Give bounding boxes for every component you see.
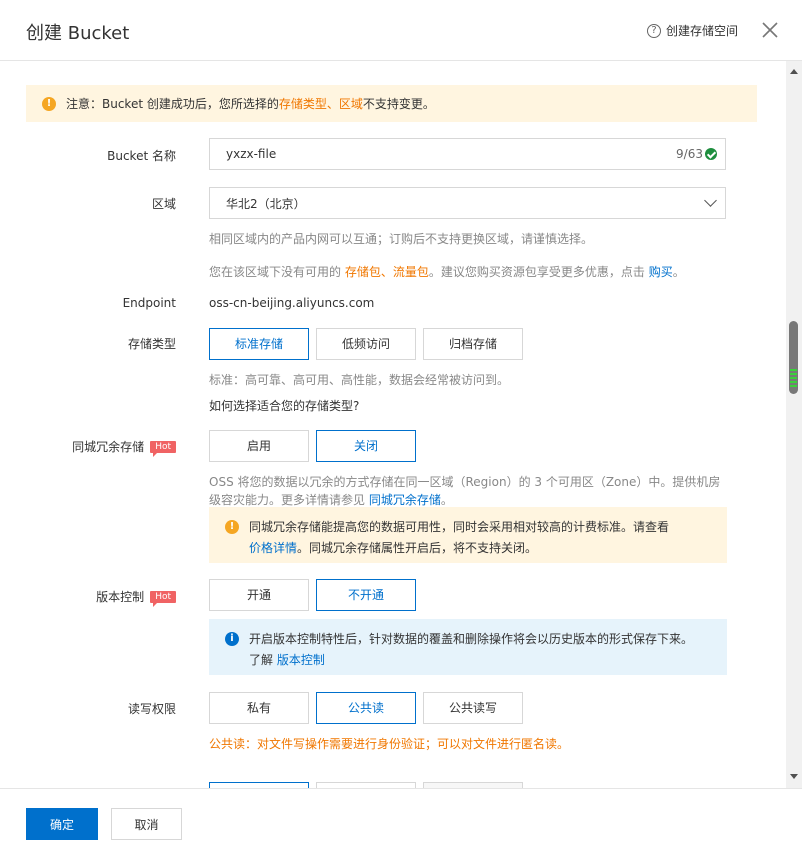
region-package-suffix: 。: [672, 265, 685, 279]
zrs-desc-prefix: 级容灾能力。更多详情请参见: [209, 493, 369, 507]
bucket-name-value: yxzx-file: [226, 147, 277, 161]
hot-badge: Hot: [150, 440, 176, 457]
region-package-mid: 。建议您购买资源包享受更多优惠，点击: [428, 265, 649, 279]
region-select[interactable]: 华北2（北京）: [209, 187, 726, 219]
zrs-label: 同城冗余存储 Hot: [72, 438, 176, 457]
warning-icon: !: [225, 520, 239, 534]
region-hint: 相同区域内的产品内网可以互通；订购后不支持更换区域，请谨慎选择。: [209, 232, 594, 246]
endpoint-value: oss-cn-beijing.aliyuncs.com: [209, 296, 375, 310]
zrs-doc-link[interactable]: 同城冗余存储: [369, 493, 441, 507]
help-link[interactable]: ? 创建存储空间: [647, 22, 738, 39]
dialog-footer: 确定 取消: [0, 788, 802, 848]
storage-class-archive[interactable]: 归档存储: [423, 328, 523, 360]
dialog-title: 创建 Bucket: [26, 23, 130, 44]
versioning-enable[interactable]: 开通: [209, 579, 309, 611]
bucket-name-input[interactable]: yxzx-file 9/63: [209, 138, 726, 170]
scroll-grip-icon: [790, 385, 797, 387]
zrs-disable[interactable]: 关闭: [316, 430, 416, 462]
confirm-button[interactable]: 确定: [26, 808, 98, 840]
zrs-warning-box: ! 同城冗余存储能提高您的数据可用性，同时会采用相对较高的计费标准。请查看 价格…: [209, 507, 727, 563]
storage-class-hint: 标准：高可靠、高可用、高性能，数据会经常被访问到。: [209, 373, 510, 387]
versioning-info-box: i 开启版本控制特性后，针对数据的覆盖和删除操作将会以历史版本的形式保存下来。 …: [209, 619, 727, 675]
scroll-grip-icon: [790, 381, 797, 383]
notice-highlight-region: 区域: [338, 97, 363, 111]
versioning-info-line1: 开启版本控制特性后，针对数据的覆盖和删除操作将会以历史版本的形式保存下来。: [249, 632, 694, 646]
notice-prefix: 注意：Bucket 创建成功后，您所选择的: [66, 97, 279, 111]
storage-package-text: 存储包: [344, 265, 381, 279]
check-circle-icon: [705, 148, 717, 160]
zrs-desc-line2: 级容灾能力。更多详情请参见 同城冗余存储。: [209, 491, 453, 508]
versioning-info-prefix: 了解: [249, 653, 277, 667]
notice-suffix: 不支持变更。: [362, 97, 435, 111]
region-value: 华北2（北京）: [226, 196, 306, 211]
region-label: 区域: [151, 197, 176, 211]
versioning-doc-link[interactable]: 版本控制: [277, 653, 325, 667]
scroll-grip-icon: [790, 369, 797, 371]
scroll-down-arrow-icon[interactable]: [790, 774, 798, 779]
acl-label: 读写权限: [127, 702, 176, 716]
cancel-button[interactable]: 取消: [111, 808, 182, 840]
close-icon[interactable]: [760, 20, 780, 40]
region-package-prefix: 您在该区域下没有可用的: [209, 265, 345, 279]
traffic-package-text: 流量包: [392, 265, 429, 279]
zrs-desc-suffix: 。: [440, 493, 453, 507]
scroll-up-arrow-icon[interactable]: [790, 69, 798, 74]
zrs-label-text: 同城冗余存储: [72, 440, 145, 454]
versioning-label-text: 版本控制: [96, 590, 145, 604]
help-link-label: 创建存储空间: [666, 24, 739, 38]
versioning-disable[interactable]: 不开通: [316, 579, 416, 611]
price-detail-link[interactable]: 价格详情: [249, 541, 297, 555]
endpoint-label: Endpoint: [122, 296, 176, 310]
acl-public-read[interactable]: 公共读: [316, 692, 416, 724]
zrs-warning-line1: 同城冗余存储能提高您的数据可用性，同时会采用相对较高的计费标准。请查看: [249, 520, 670, 534]
scroll-grip-icon: [790, 373, 797, 375]
storage-class-label: 存储类型: [127, 337, 176, 351]
scrollbar-thumb[interactable]: [789, 321, 798, 394]
chevron-down-icon: [704, 194, 717, 207]
notice-highlight-storage-class: 存储类型: [278, 97, 327, 111]
dialog-header: 创建 Bucket ? 创建存储空间: [0, 0, 802, 61]
region-package-hint: 您在该区域下没有可用的 存储包、流量包。建议您购买资源包享受更多优惠，点击 购买…: [209, 263, 685, 280]
zrs-warning-line2-text: 。同城冗余存储属性开启后，将不支持关闭。: [297, 541, 538, 555]
hot-badge: Hot: [150, 590, 176, 607]
warning-icon: !: [42, 96, 56, 111]
acl-private[interactable]: 私有: [209, 692, 309, 724]
scroll-grip-icon: [790, 377, 797, 379]
notice-banner: ! 注意：Bucket 创建成功后，您所选择的 存储类型 、 区域 不支持变更。: [26, 85, 757, 122]
info-icon: i: [225, 632, 239, 646]
zrs-enable[interactable]: 启用: [209, 430, 309, 462]
versioning-label: 版本控制 Hot: [96, 588, 176, 607]
storage-class-help-link[interactable]: 如何选择适合您的存储类型?: [209, 397, 359, 414]
storage-class-ia[interactable]: 低频访问: [316, 328, 416, 360]
question-icon: ?: [647, 23, 661, 38]
bucket-name-counter: 9/63: [676, 147, 703, 161]
zrs-desc-line1: OSS 将您的数据以冗余的方式存储在同一区域（Region）的 3 个可用区（Z…: [209, 475, 721, 489]
scrollbar[interactable]: [786, 61, 802, 788]
zrs-warning-line2: 价格详情。同城冗余存储属性开启后，将不支持关闭。: [249, 538, 669, 559]
buy-link[interactable]: 购买: [649, 265, 673, 279]
notice-separator: 、: [326, 97, 339, 111]
dialog-body: ! 注意：Bucket 创建成功后，您所选择的 存储类型 、 区域 不支持变更。…: [0, 61, 786, 788]
storage-class-standard[interactable]: 标准存储: [209, 328, 309, 360]
bucket-name-label: Bucket 名称: [107, 149, 176, 163]
acl-public-read-write[interactable]: 公共读写: [423, 692, 523, 724]
versioning-info-line2: 了解 版本控制: [249, 650, 693, 671]
region-package-separator: 、: [380, 265, 393, 279]
acl-note: 公共读：对文件写操作需要进行身份验证；可以对文件进行匿名读。: [209, 737, 570, 751]
